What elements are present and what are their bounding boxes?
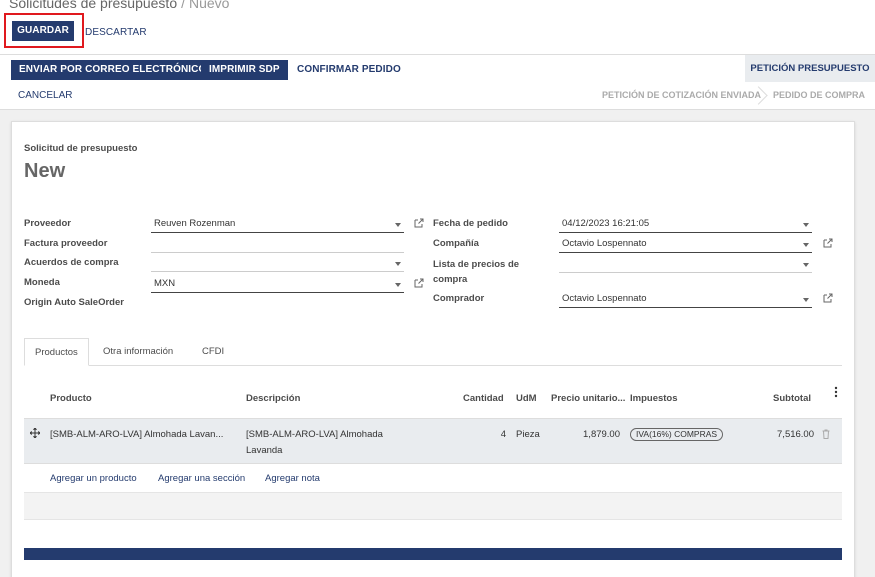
totals-bar: [24, 548, 842, 560]
state-separator: [757, 85, 758, 107]
vendor-field[interactable]: Reuven Rozenman: [151, 216, 404, 233]
discard-button[interactable]: DESCARTAR: [85, 27, 147, 38]
caret-down-icon[interactable]: [395, 223, 401, 227]
line-subtotal: 7,516.00: [777, 429, 814, 440]
table-row[interactable]: [SMB-ALM-ARO-LVA] Almohada Lavan... [SMB…: [24, 419, 842, 464]
vendor-reference-label: Factura proveedor: [24, 238, 108, 249]
document-type-label: Solicitud de presupuesto: [24, 143, 138, 154]
add-line-controls: Agregar un producto Agregar una sección …: [24, 464, 842, 492]
caret-down-icon[interactable]: [803, 298, 809, 302]
send-email-button[interactable]: ENVIAR POR CORREO ELECTRÓNICO: [11, 60, 215, 80]
tab-products[interactable]: Productos: [24, 338, 89, 366]
vendor-label: Proveedor: [24, 218, 71, 229]
print-rfq-button[interactable]: IMPRIMIR SDP: [201, 60, 288, 80]
caret-down-icon[interactable]: [395, 283, 401, 287]
line-product[interactable]: [SMB-ALM-ARO-LVA] Almohada Lavan...: [50, 429, 223, 440]
empty-row: [24, 492, 842, 520]
tab-cfdi[interactable]: CFDI: [192, 338, 234, 366]
company-field[interactable]: Octavio Lospennato: [559, 236, 812, 253]
order-date-value: 04/12/2023 16:21:05: [562, 218, 650, 229]
currency-field[interactable]: MXN: [151, 276, 404, 293]
purchase-agreement-label: Acuerdos de compra: [24, 257, 119, 268]
external-link-icon[interactable]: [414, 218, 424, 228]
column-taxes[interactable]: Impuestos: [630, 393, 678, 404]
line-uom[interactable]: Pieza: [516, 429, 540, 440]
state-rfq-sent[interactable]: PETICIÓN DE COTIZACIÓN ENVIADA: [602, 90, 761, 100]
breadcrumb: Solicitudes de presupuesto / Nuevo: [9, 0, 229, 11]
confirm-order-button[interactable]: CONFIRMAR PEDIDO: [289, 60, 409, 80]
currency-label: Moneda: [24, 277, 60, 288]
line-quantity[interactable]: 4: [494, 429, 506, 440]
caret-down-icon[interactable]: [803, 243, 809, 247]
company-value: Octavio Lospennato: [562, 238, 647, 249]
statusbar: ENVIAR POR CORREO ELECTRÓNICO IMPRIMIR S…: [0, 54, 875, 110]
kebab-menu-icon[interactable]: [834, 386, 838, 398]
add-note-link[interactable]: Agregar nota: [265, 473, 320, 484]
buyer-label: Comprador: [433, 293, 485, 304]
line-tax-badge[interactable]: IVA(16%) COMPRAS: [630, 428, 724, 441]
buyer-value: Octavio Lospennato: [562, 293, 647, 304]
state-purchase-order[interactable]: PEDIDO DE COMPRA: [773, 90, 865, 100]
column-description[interactable]: Descripción: [246, 393, 300, 404]
buyer-field[interactable]: Octavio Lospennato: [559, 291, 812, 308]
form-sheet: Solicitud de presupuesto New Proveedor R…: [11, 121, 855, 577]
pricelist-label: Lista de precios de compra: [433, 259, 520, 285]
purchase-agreement-field[interactable]: [151, 255, 404, 272]
company-label: Compañía: [433, 238, 479, 249]
breadcrumb-parent[interactable]: Solicitudes de presupuesto: [9, 0, 177, 11]
caret-down-icon[interactable]: [803, 263, 809, 267]
column-unit-price[interactable]: Precio unitario...: [551, 393, 625, 404]
column-subtotal[interactable]: Subtotal: [773, 393, 811, 404]
save-highlight: GUARDAR: [4, 13, 84, 48]
document-name: New: [24, 160, 66, 182]
column-product[interactable]: Producto: [50, 393, 92, 404]
tab-other-info[interactable]: Otra información: [93, 338, 183, 366]
column-quantity[interactable]: Cantidad: [463, 393, 504, 404]
external-link-icon[interactable]: [823, 238, 833, 248]
line-unit-price[interactable]: 1,879.00: [564, 429, 620, 440]
currency-value: MXN: [154, 278, 176, 289]
add-section-link[interactable]: Agregar una sección: [158, 473, 245, 484]
line-description-2[interactable]: Lavanda: [246, 445, 282, 456]
order-date-field[interactable]: 04/12/2023 16:21:05: [559, 216, 812, 233]
order-date-label: Fecha de pedido: [433, 218, 508, 229]
column-uom[interactable]: UdM: [516, 393, 537, 404]
line-description-1[interactable]: [SMB-ALM-ARO-LVA] Almohada: [246, 429, 383, 440]
breadcrumb-separator: /: [181, 0, 185, 11]
add-product-link[interactable]: Agregar un producto: [50, 473, 137, 484]
caret-down-icon[interactable]: [803, 223, 809, 227]
notebook-tabs: Productos Otra información CFDI: [24, 338, 842, 366]
trash-icon[interactable]: [822, 429, 830, 439]
vendor-value: Reuven Rozenman: [154, 218, 236, 229]
state-rfq[interactable]: PETICIÓN PRESUPUESTO: [745, 55, 875, 82]
pricelist-field[interactable]: [559, 256, 812, 273]
breadcrumb-current: Nuevo: [189, 0, 230, 11]
external-link-icon[interactable]: [823, 293, 833, 303]
cancel-button[interactable]: CANCELAR: [18, 90, 72, 101]
external-link-icon[interactable]: [414, 278, 424, 288]
caret-down-icon[interactable]: [395, 262, 401, 266]
vendor-reference-field[interactable]: [151, 236, 404, 253]
save-button[interactable]: GUARDAR: [12, 21, 74, 41]
origin-saleorder-label: Origin Auto SaleOrder: [24, 297, 124, 308]
order-lines-header: Producto Descripción Cantidad UdM Precio…: [24, 379, 842, 419]
drag-handle-icon[interactable]: [30, 428, 40, 438]
